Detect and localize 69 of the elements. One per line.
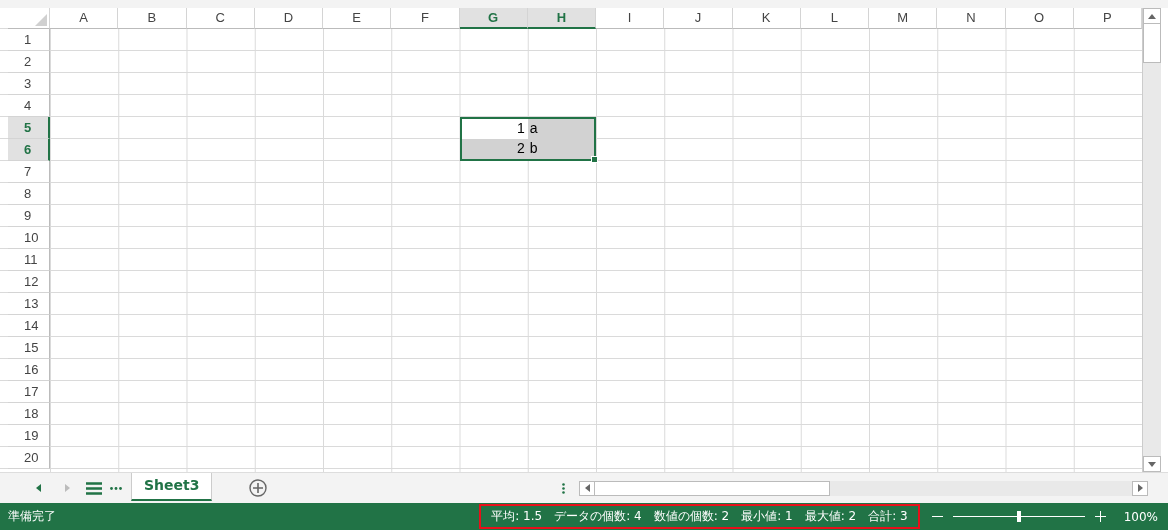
row-header[interactable]: 4: [8, 95, 50, 117]
table-cell[interactable]: b: [527, 139, 596, 161]
column-header[interactable]: F: [391, 8, 460, 29]
triangle-icon: [35, 14, 47, 26]
row-header[interactable]: 7: [8, 161, 50, 183]
add-sheet-icon[interactable]: [249, 479, 268, 497]
row-header[interactable]: 17: [8, 381, 50, 403]
column-header[interactable]: G: [459, 8, 528, 29]
summary-stat: データの個数: 4: [554, 508, 642, 525]
row-header[interactable]: 6: [8, 139, 50, 161]
column-header[interactable]: L: [800, 8, 869, 29]
row-header[interactable]: 18: [8, 403, 50, 425]
summary-stat: 平均: 1.5: [491, 508, 543, 525]
column-header[interactable]: C: [186, 8, 255, 29]
row-header[interactable]: 11: [8, 249, 50, 271]
row-header[interactable]: 5: [8, 117, 50, 139]
row-header[interactable]: 9: [8, 205, 50, 227]
scroll-down-button[interactable]: [1143, 456, 1161, 472]
more-icon[interactable]: [110, 486, 122, 490]
scroll-left-button[interactable]: [579, 480, 595, 496]
row-header[interactable]: 10: [8, 227, 50, 249]
row-header[interactable]: 19: [8, 425, 50, 447]
row-header[interactable]: 8: [8, 183, 50, 205]
row-header[interactable]: 2: [8, 51, 50, 73]
sheet-tab[interactable]: Sheet3: [131, 473, 213, 501]
column-header[interactable]: N: [937, 8, 1006, 29]
column-header[interactable]: D: [254, 8, 323, 29]
table-cell[interactable]: 2: [459, 139, 528, 161]
row-header[interactable]: 12: [8, 271, 50, 293]
splitter-icon[interactable]: [562, 482, 565, 494]
previous-sheet-icon[interactable]: [36, 484, 41, 492]
row-header[interactable]: 3: [8, 73, 50, 95]
row-header[interactable]: 1: [8, 29, 50, 51]
row-header[interactable]: 13: [8, 293, 50, 315]
horizontal-scrollbar[interactable]: [579, 480, 1148, 496]
column-header[interactable]: I: [596, 8, 665, 29]
column-header[interactable]: J: [664, 8, 733, 29]
table-cell[interactable]: a: [527, 117, 596, 139]
column-header[interactable]: M: [869, 8, 938, 29]
slider-thumb[interactable]: [1016, 511, 1021, 522]
summary-stat: 数値の個数: 2: [653, 508, 730, 525]
column-header[interactable]: A: [50, 8, 119, 29]
left-arrow-icon: [584, 484, 590, 492]
scroll-right-button[interactable]: [1132, 480, 1148, 496]
row-header[interactable]: 14: [8, 315, 50, 337]
table-cell[interactable]: 1: [459, 117, 528, 139]
status-text: 準備完了: [8, 508, 56, 525]
column-header[interactable]: H: [527, 8, 596, 29]
summary-stat: 最大値: 2: [804, 508, 857, 525]
row-header[interactable]: 16: [8, 359, 50, 381]
down-arrow-icon: [1148, 461, 1156, 467]
scroll-thumb[interactable]: [1143, 24, 1161, 63]
summary-stat: 最小値: 1: [741, 508, 793, 525]
row-header[interactable]: 20: [8, 447, 50, 469]
zoom-level[interactable]: 100%: [1123, 509, 1158, 524]
column-header[interactable]: K: [732, 8, 801, 29]
row-header[interactable]: 15: [8, 337, 50, 359]
vertical-scrollbar[interactable]: [1142, 8, 1161, 472]
column-header[interactable]: P: [1073, 8, 1142, 29]
up-arrow-icon: [1148, 13, 1156, 19]
column-header[interactable]: E: [323, 8, 392, 29]
zoom-in-icon[interactable]: [1094, 511, 1106, 522]
column-header[interactable]: O: [1005, 8, 1074, 29]
summary-stat: 合計: 3: [868, 508, 908, 525]
scroll-up-button[interactable]: [1143, 8, 1161, 24]
column-header[interactable]: B: [118, 8, 187, 29]
scroll-thumb[interactable]: [595, 480, 830, 496]
menu-icon[interactable]: [86, 481, 102, 495]
right-arrow-icon: [1137, 484, 1143, 492]
